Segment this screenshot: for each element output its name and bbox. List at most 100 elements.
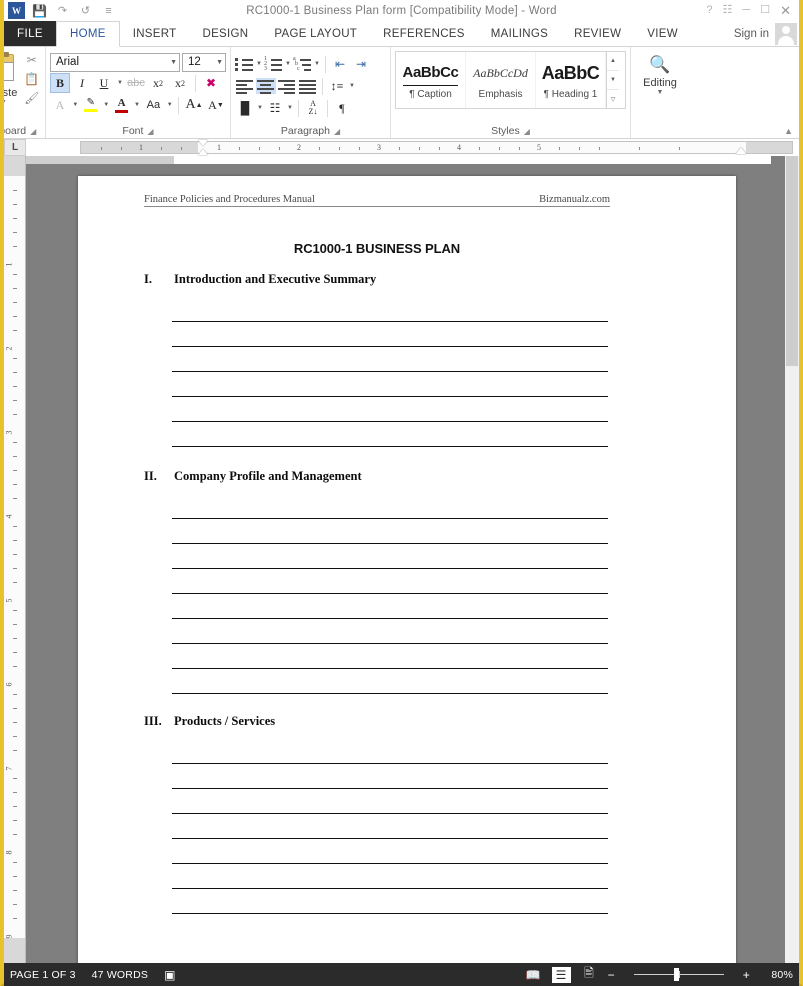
font-color-dropdown-icon[interactable]: ▼ bbox=[134, 102, 141, 108]
sort-icon[interactable]: A Z↓ bbox=[303, 98, 323, 118]
borders-dropdown-icon[interactable]: ▼ bbox=[286, 105, 294, 111]
page-indicator[interactable]: PAGE 1 OF 3 bbox=[10, 969, 76, 981]
italic-button[interactable]: I bbox=[72, 73, 92, 93]
style-item-caption[interactable]: AaBbCc ¶ Caption bbox=[396, 52, 466, 108]
fill-in-lines-section-2[interactable] bbox=[144, 494, 610, 694]
shading-icon[interactable]: █ bbox=[235, 98, 255, 118]
vertical-scrollbar[interactable] bbox=[785, 156, 799, 963]
ruler-track[interactable]: 1 1 2 3 4 5 bbox=[80, 140, 793, 155]
zoom-slider[interactable] bbox=[624, 967, 734, 983]
font-size-combo[interactable]: 12 ▼ bbox=[182, 52, 226, 72]
justify-icon[interactable] bbox=[298, 78, 318, 94]
tab-file[interactable]: FILE bbox=[4, 21, 56, 46]
style-item-heading-1[interactable]: AaBbC ¶ Heading 1 bbox=[536, 52, 606, 108]
align-left-icon[interactable] bbox=[235, 78, 255, 94]
tab-page-layout[interactable]: PAGE LAYOUT bbox=[261, 21, 370, 46]
restore-icon[interactable]: ☐ bbox=[760, 5, 770, 16]
zoom-out-button[interactable]: − bbox=[608, 968, 615, 982]
increase-indent-icon[interactable]: ⇥ bbox=[351, 54, 371, 74]
fill-in-line[interactable] bbox=[172, 569, 608, 594]
fill-in-line[interactable] bbox=[172, 347, 608, 372]
text-effects-dropdown-icon[interactable]: ▼ bbox=[72, 102, 79, 108]
numbering-icon[interactable]: 1 2 3 bbox=[264, 56, 283, 72]
paragraph-dialog-launcher-icon[interactable]: ◢ bbox=[334, 127, 340, 136]
customize-qat-icon[interactable]: ≡ bbox=[100, 2, 117, 19]
fill-in-line[interactable] bbox=[172, 297, 608, 322]
undo-icon[interactable]: ↷ bbox=[54, 2, 71, 19]
fill-in-lines-section-3[interactable] bbox=[144, 739, 610, 914]
paste-dropdown-icon[interactable]: ▼ bbox=[4, 99, 7, 106]
zoom-in-button[interactable]: + bbox=[743, 968, 750, 982]
align-right-icon[interactable] bbox=[277, 78, 297, 94]
help-icon[interactable]: ? bbox=[706, 5, 712, 16]
numbering-dropdown-icon[interactable]: ▼ bbox=[284, 61, 292, 67]
tab-review[interactable]: REVIEW bbox=[561, 21, 634, 46]
change-case-dropdown-icon[interactable]: ▼ bbox=[166, 102, 173, 108]
clear-formatting-icon[interactable]: ✖ bbox=[201, 73, 221, 93]
font-color-icon[interactable]: A bbox=[112, 95, 132, 115]
bullets-icon[interactable] bbox=[235, 56, 254, 72]
hanging-indent-marker[interactable] bbox=[198, 149, 208, 155]
clipboard-dialog-launcher-icon[interactable]: ◢ bbox=[30, 127, 36, 136]
show-formatting-marks-icon[interactable]: ¶ bbox=[332, 98, 352, 118]
fill-in-line[interactable] bbox=[172, 422, 608, 447]
print-layout-icon[interactable]: ☰ bbox=[551, 966, 571, 983]
proofing-errors-icon[interactable]: ▣ bbox=[164, 968, 176, 982]
tab-references[interactable]: REFERENCES bbox=[370, 21, 478, 46]
tab-insert[interactable]: INSERT bbox=[120, 21, 190, 46]
strikethrough-button[interactable]: abc bbox=[126, 73, 146, 93]
cut-scissors-icon[interactable]: ✂ bbox=[27, 54, 37, 66]
superscript-button[interactable]: x2 bbox=[170, 73, 190, 93]
styles-scroll-down-icon[interactable]: ▼ bbox=[607, 71, 619, 90]
redo-icon[interactable]: ↺ bbox=[77, 2, 94, 19]
zoom-slider-thumb[interactable] bbox=[674, 968, 680, 981]
read-mode-icon[interactable]: 📖 bbox=[524, 967, 543, 983]
ribbon-display-options-icon[interactable]: ☷ bbox=[723, 5, 733, 16]
fill-in-line[interactable] bbox=[172, 372, 608, 397]
document-scroll-area[interactable]: www.heritagechristiancollege.com Finance… bbox=[26, 156, 785, 963]
paste-icon[interactable] bbox=[4, 52, 18, 86]
save-icon[interactable]: 💾 bbox=[31, 2, 48, 19]
fill-in-line[interactable] bbox=[172, 839, 608, 864]
font-dialog-launcher-icon[interactable]: ◢ bbox=[147, 127, 153, 136]
paste-button[interactable]: Paste bbox=[4, 87, 17, 99]
minimize-icon[interactable]: ─ bbox=[742, 5, 750, 16]
grow-font-button[interactable]: A ▲ bbox=[184, 95, 204, 115]
tab-design[interactable]: DESIGN bbox=[189, 21, 261, 46]
editing-button[interactable]: 🔍 Editing ▼ bbox=[635, 50, 685, 124]
fill-in-lines-section-1[interactable] bbox=[144, 297, 610, 447]
decrease-indent-icon[interactable]: ⇤ bbox=[330, 54, 350, 74]
bold-button[interactable]: B bbox=[50, 73, 70, 93]
line-spacing-dropdown-icon[interactable]: ▼ bbox=[348, 83, 356, 89]
styles-scroll-up-icon[interactable]: ▲ bbox=[607, 52, 619, 71]
format-painter-icon[interactable]: 🖌 bbox=[24, 92, 39, 104]
fill-in-line[interactable] bbox=[172, 397, 608, 422]
highlight-dropdown-icon[interactable]: ▼ bbox=[103, 102, 110, 108]
copy-icon[interactable]: 📋 bbox=[24, 73, 39, 85]
underline-button[interactable]: U bbox=[94, 73, 114, 93]
web-layout-icon[interactable]: 🖹 bbox=[580, 966, 599, 983]
sign-in-button[interactable]: Sign in bbox=[734, 21, 769, 47]
bullets-dropdown-icon[interactable]: ▼ bbox=[255, 61, 263, 67]
fill-in-line[interactable] bbox=[172, 494, 608, 519]
avatar[interactable] bbox=[775, 23, 797, 45]
fill-in-line[interactable] bbox=[172, 889, 608, 914]
zoom-level[interactable]: 80% bbox=[759, 969, 793, 981]
fill-in-line[interactable] bbox=[172, 644, 608, 669]
fill-in-line[interactable] bbox=[172, 739, 608, 764]
fill-in-line[interactable] bbox=[172, 544, 608, 569]
change-case-button[interactable]: Aa bbox=[142, 95, 164, 115]
editing-dropdown-icon[interactable]: ▼ bbox=[657, 89, 664, 96]
collapse-ribbon-icon[interactable]: ▲ bbox=[784, 126, 793, 136]
underline-dropdown-icon[interactable]: ▼ bbox=[116, 80, 124, 86]
shrink-font-button[interactable]: A ▼ bbox=[206, 95, 226, 115]
multilevel-list-dropdown-icon[interactable]: ▼ bbox=[313, 61, 321, 67]
fill-in-line[interactable] bbox=[172, 619, 608, 644]
fill-in-line[interactable] bbox=[172, 669, 608, 694]
tab-stop-selector[interactable]: L bbox=[4, 139, 26, 156]
first-line-indent-marker[interactable] bbox=[198, 140, 208, 146]
word-count[interactable]: 47 WORDS bbox=[92, 969, 148, 981]
fill-in-line[interactable] bbox=[172, 789, 608, 814]
tab-view[interactable]: VIEW bbox=[634, 21, 691, 46]
style-item-emphasis[interactable]: AaBbCcDd Emphasis bbox=[466, 52, 536, 108]
